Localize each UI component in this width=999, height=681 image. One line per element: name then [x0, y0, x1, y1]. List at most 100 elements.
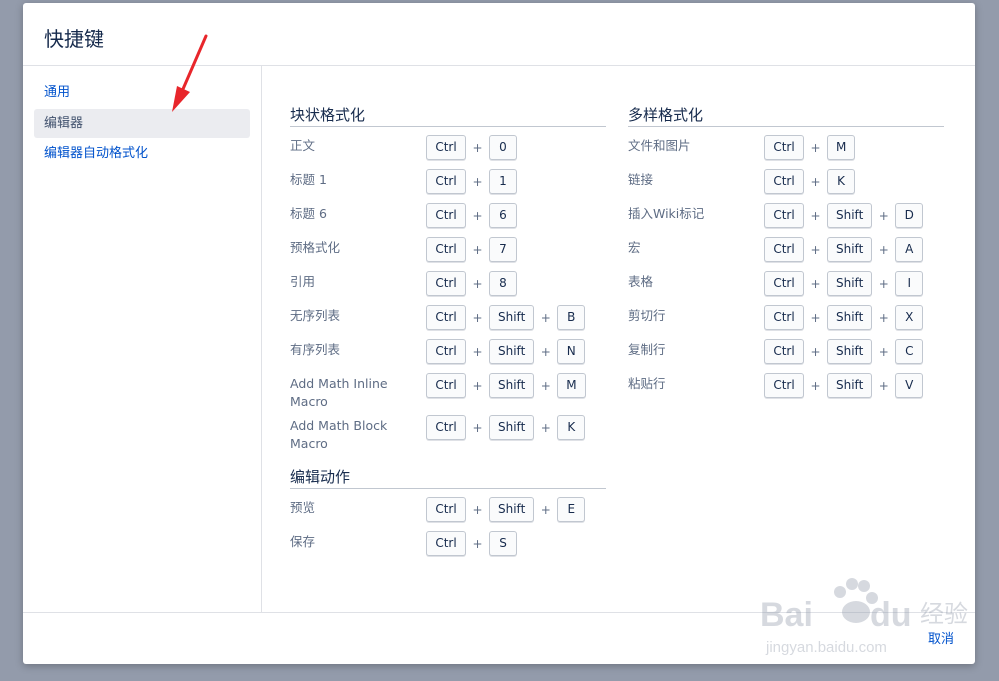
shortcut-row: 无序列表 Ctrl + Shift + B [290, 297, 606, 331]
plus-separator: + [810, 344, 821, 359]
key-combo: Ctrl + S [426, 531, 517, 556]
plus-separator: + [878, 242, 889, 257]
keycap: Ctrl [426, 135, 466, 160]
plus-separator: + [878, 276, 889, 291]
shortcut-row: 有序列表 Ctrl + Shift + N [290, 331, 606, 365]
keycap: Ctrl [764, 135, 804, 160]
sidebar-item-editor-autoformat[interactable]: 编辑器自动格式化 [34, 139, 250, 168]
keycap: 6 [489, 203, 517, 228]
shortcut-label: 正文 [290, 138, 316, 153]
dialog-header: 快捷键 [23, 3, 975, 66]
shortcut-label: 插入Wiki标记 [628, 206, 705, 221]
plus-separator: + [472, 140, 483, 155]
key-combo: Ctrl + Shift + I [764, 271, 924, 296]
keycap: Ctrl [764, 203, 804, 228]
shortcut-row: 宏 Ctrl + Shift + A [628, 229, 944, 263]
plus-separator: + [878, 208, 889, 223]
keycap: Ctrl [426, 271, 466, 296]
plus-separator: + [878, 378, 889, 393]
plus-separator: + [540, 310, 551, 325]
shortcut-label: 标题 1 [290, 172, 327, 187]
shortcut-row: 预览 Ctrl + Shift + E [290, 489, 606, 523]
plus-separator: + [472, 378, 483, 393]
shortcut-row: 粘贴行 Ctrl + Shift + V [628, 365, 944, 399]
keycap: Ctrl [426, 415, 466, 440]
plus-separator: + [810, 276, 821, 291]
svg-text:du: du [870, 596, 912, 634]
keycap: I [895, 271, 924, 296]
keycap: Shift [827, 237, 873, 262]
shortcut-label: 宏 [628, 240, 641, 255]
keycap: 1 [489, 169, 517, 194]
keycap: Shift [827, 305, 873, 330]
shortcut-row: 剪切行 Ctrl + Shift + X [628, 297, 944, 331]
keycap: Shift [489, 305, 535, 330]
key-combo: Ctrl +7 [426, 237, 517, 262]
keycap: Shift [489, 497, 535, 522]
sidebar-item-general[interactable]: 通用 [34, 78, 250, 107]
plus-separator: + [472, 208, 483, 223]
keycap: Ctrl [764, 271, 804, 296]
shortcut-label: 剪切行 [628, 308, 666, 323]
section-title: 编辑动作 [290, 466, 606, 489]
key-combo: Ctrl + Shift + V [764, 373, 924, 398]
keycap: M [557, 373, 586, 398]
plus-separator: + [472, 174, 483, 189]
keycap: Shift [489, 415, 535, 440]
shortcut-label: 粘贴行 [628, 376, 666, 391]
keycap: Ctrl [764, 373, 804, 398]
keycap: Ctrl [426, 237, 466, 262]
key-combo: Ctrl + Shift + D [764, 203, 924, 228]
shortcut-row: 文件和图片 Ctrl + M [628, 127, 944, 161]
plus-separator: + [810, 378, 821, 393]
shortcut-row: 复制行 Ctrl + Shift + C [628, 331, 944, 365]
shortcut-label: 链接 [628, 172, 654, 187]
baidu-paw-logo-icon: Bai du 经验 jingyan.baidu.com [760, 578, 968, 656]
keycap: 8 [489, 271, 517, 296]
svg-text:经验: 经验 [920, 600, 968, 628]
plus-separator: + [472, 420, 483, 435]
section-block-formatting: 块状格式化 正文 Ctrl +0 标题 1 Ctrl +1 标题 6 Ctrl +6 预格式化 Ct… [290, 104, 606, 451]
key-combo: Ctrl +0 [426, 135, 517, 160]
shortcut-label: 标题 6 [290, 206, 327, 221]
keycap: S [489, 531, 517, 556]
keycap: A [895, 237, 924, 262]
key-combo: Ctrl + Shift + K [426, 415, 586, 440]
shortcut-row: 标题 1 Ctrl +1 [290, 161, 606, 195]
sidebar-item-editor[interactable]: 编辑器 [34, 109, 250, 138]
sidebar-nav: 通用 编辑器 编辑器自动格式化 [23, 66, 262, 612]
keycap: Shift [489, 339, 535, 364]
red-arrow-annotation [172, 34, 208, 112]
shortcut-row: Add Math Inline Macro Ctrl + Shift + M [290, 365, 606, 409]
keycap: E [557, 497, 586, 522]
shortcut-row: 预格式化 Ctrl +7 [290, 229, 606, 263]
dialog-title: 快捷键 [44, 27, 104, 51]
shortcut-rows: 正文 Ctrl +0 标题 1 Ctrl +1 标题 6 Ctrl +6 预格式化 Ctrl +7 引用… [290, 127, 606, 451]
shortcut-label: 无序列表 [290, 308, 341, 323]
keycap: Ctrl [426, 203, 466, 228]
key-combo: Ctrl + Shift + M [426, 373, 586, 398]
plus-separator: + [878, 310, 889, 325]
shortcut-row: Add Math Block Macro Ctrl + Shift + K [290, 407, 606, 451]
keycap: V [895, 373, 924, 398]
keycap: Ctrl [764, 169, 804, 194]
shortcut-label: 复制行 [628, 342, 666, 357]
keycap: Shift [827, 339, 873, 364]
key-combo: Ctrl + Shift + E [426, 497, 586, 522]
keycap: 7 [489, 237, 517, 262]
keycap: M [827, 135, 856, 160]
plus-separator: + [810, 310, 821, 325]
plus-separator: + [540, 344, 551, 359]
plus-separator: + [540, 378, 551, 393]
shortcut-label: 预格式化 [290, 240, 341, 255]
plus-separator: + [472, 310, 483, 325]
shortcut-row: 插入Wiki标记 Ctrl + Shift + D [628, 195, 944, 229]
shortcut-label: 保存 [290, 534, 316, 549]
shortcut-rows: 文件和图片 Ctrl + M 链接 Ctrl + K 插入Wiki标记 Ctrl + Shift + D 宏… [628, 127, 944, 399]
key-combo: Ctrl + Shift + A [764, 237, 924, 262]
key-combo: Ctrl + Shift + C [764, 339, 924, 364]
shortcut-label: 引用 [290, 274, 316, 289]
keycap: Ctrl [764, 237, 804, 262]
shortcuts-dialog: 快捷键 通用 编辑器 编辑器自动格式化 块状格式化 正文 Ctrl +0 标题 1 Ct… [23, 3, 975, 664]
keycap: D [895, 203, 924, 228]
